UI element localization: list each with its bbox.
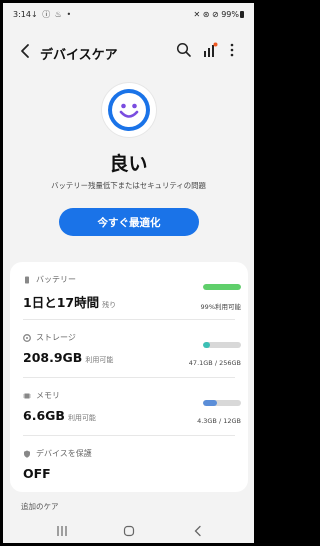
smiley-status-icon bbox=[102, 83, 156, 137]
battery-icon bbox=[25, 276, 29, 283]
battery-row[interactable]: バッテリー 1日と17時間 残り 99%利用可能 bbox=[10, 264, 248, 316]
memory-bar-label: 4.3GB / 12GB bbox=[197, 417, 241, 425]
storage-bar-label: 47.1GB / 256GB bbox=[188, 359, 241, 367]
storage-label: ストレージ bbox=[23, 332, 76, 343]
storage-label-text: ストレージ bbox=[36, 333, 76, 342]
memory-bar bbox=[203, 400, 241, 406]
storage-row[interactable]: ストレージ 208.9GB 利用可能 47.1GB / 256GB bbox=[10, 322, 248, 374]
storage-icon bbox=[23, 333, 31, 342]
additional-care-heading: 追加のケア bbox=[21, 502, 59, 511]
battery-value: 1日と17時間 残り bbox=[23, 295, 117, 310]
status-bar: 3:14 ↓ ⓘ ♨ • ✕ ⊛ ⊘ 99% bbox=[3, 3, 254, 25]
memory-value: 6.6GB 利用可能 bbox=[23, 408, 96, 423]
memory-chip-icon bbox=[23, 393, 31, 398]
battery-bar-fill bbox=[203, 284, 241, 290]
storage-bar-fill bbox=[203, 342, 210, 348]
app-header: デバイスケア bbox=[3, 33, 254, 69]
device-status-description: バッテリー残量低下またはセキュリティの問題 bbox=[51, 181, 206, 190]
battery-icon bbox=[240, 11, 244, 18]
device-status-title: 良い bbox=[109, 153, 148, 175]
battery-bar-label: 99%利用可能 bbox=[200, 303, 241, 311]
nav-back-icon[interactable] bbox=[192, 525, 204, 537]
memory-label-text: メモリ bbox=[36, 391, 60, 400]
search-icon[interactable] bbox=[175, 41, 193, 59]
divider bbox=[23, 377, 235, 378]
memory-row[interactable]: メモリ 6.6GB 利用可能 4.3GB / 12GB bbox=[10, 380, 248, 432]
memory-label: メモリ bbox=[23, 390, 60, 401]
back-arrow-icon[interactable] bbox=[16, 41, 36, 61]
device-protection-label-text: デバイスを保護 bbox=[36, 449, 92, 458]
device-protection-row[interactable]: デバイスを保護 OFF bbox=[10, 438, 248, 490]
signal-bars-icon[interactable] bbox=[201, 41, 219, 59]
status-right: ✕ ⊛ ⊘ 99% bbox=[193, 10, 244, 19]
status-time: 3:14 bbox=[13, 10, 31, 19]
device-protection-label: デバイスを保護 bbox=[23, 448, 92, 459]
battery-label: バッテリー bbox=[23, 274, 76, 285]
system-icons: ✕ ⊛ ⊘ bbox=[193, 10, 219, 19]
battery-bar bbox=[203, 284, 241, 290]
care-items-card: バッテリー 1日と17時間 残り 99%利用可能 ストレージ 208.9GB 利用可… bbox=[10, 262, 248, 492]
memory-bar-fill bbox=[203, 400, 217, 406]
battery-percent: 99% bbox=[221, 10, 239, 19]
screen: 3:14 ↓ ⓘ ♨ • ✕ ⊛ ⊘ 99% デバイスケア 良い バッテリー残量… bbox=[3, 3, 254, 543]
storage-bar bbox=[203, 342, 241, 348]
storage-value: 208.9GB 利用可能 bbox=[23, 350, 114, 365]
home-icon[interactable] bbox=[123, 525, 135, 537]
more-vert-icon[interactable] bbox=[227, 41, 237, 59]
divider bbox=[23, 435, 235, 436]
notification-icons: ↓ ⓘ ♨ • bbox=[31, 10, 73, 19]
optimize-now-button[interactable]: 今すぐ最適化 bbox=[59, 208, 199, 236]
navigation-bar bbox=[3, 521, 254, 543]
page-title: デバイスケア bbox=[40, 48, 118, 63]
recent-apps-icon[interactable] bbox=[55, 525, 69, 537]
battery-label-text: バッテリー bbox=[36, 275, 76, 284]
shield-icon bbox=[24, 450, 30, 458]
device-protection-value: OFF bbox=[23, 466, 51, 481]
divider bbox=[23, 319, 235, 320]
